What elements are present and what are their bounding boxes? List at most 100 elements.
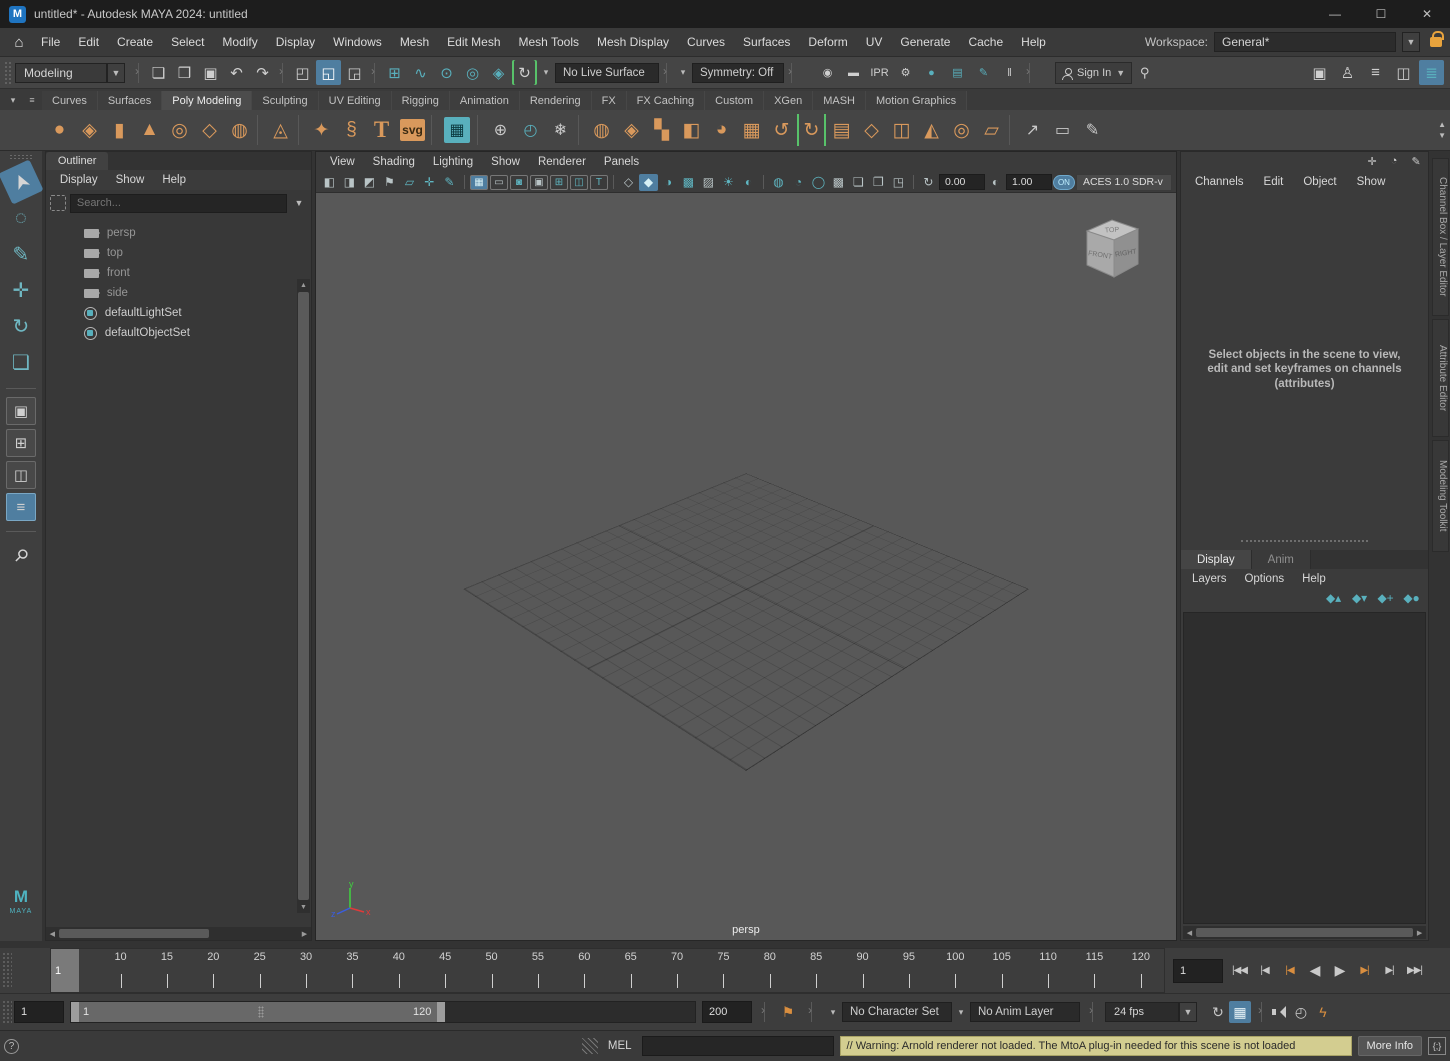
panel-layers-toggle-icon[interactable]: ≣: [1419, 60, 1444, 85]
poly-cylinder-icon[interactable]: ▮: [105, 114, 134, 146]
frame-tick[interactable]: 65: [608, 949, 654, 992]
home-icon[interactable]: ⌂: [6, 34, 32, 51]
region-tool-icon[interactable]: ◳: [889, 174, 908, 191]
move-tool-icon[interactable]: ✛: [4, 273, 38, 307]
smooth-shade-icon[interactable]: ◆: [639, 174, 658, 191]
multi-cut-icon[interactable]: ◭: [917, 114, 946, 146]
freeze-transform-icon[interactable]: ❄: [546, 114, 575, 146]
undo-icon[interactable]: ↶: [224, 60, 249, 85]
bevel-icon[interactable]: ◇: [857, 114, 886, 146]
shelf-separator[interactable]: [257, 115, 263, 145]
channel-box-menu-item[interactable]: Channels: [1185, 172, 1254, 192]
outliner-filter-icon[interactable]: [50, 195, 66, 211]
new-scene-icon[interactable]: ❏: [146, 60, 171, 85]
render-view-icon[interactable]: ◉: [815, 60, 840, 85]
snap-to-points-icon[interactable]: ⊙: [434, 60, 459, 85]
layer-editor-tab[interactable]: Anim: [1252, 550, 1311, 569]
step-back-frame-button[interactable]: |◀: [1252, 958, 1277, 984]
timeline-grip[interactable]: [2, 952, 12, 989]
evaluation-mode-icon[interactable]: ϟ: [1312, 1001, 1334, 1023]
open-scene-icon[interactable]: ❒: [172, 60, 197, 85]
play-forward-button[interactable]: ▶: [1327, 958, 1352, 984]
play-backwards-button[interactable]: ◀: [1302, 958, 1327, 984]
viewport-menu-item[interactable]: Lighting: [425, 156, 481, 168]
layer-list[interactable]: [1183, 612, 1426, 924]
safe-action-icon[interactable]: ◫: [570, 175, 588, 190]
menu-item[interactable]: Mesh: [391, 35, 438, 49]
playback-sync-icon[interactable]: ◴: [1290, 1001, 1312, 1023]
svg-tool-icon[interactable]: svg: [400, 119, 425, 141]
motion-blur-icon[interactable]: ◔: [789, 174, 808, 191]
poly-torus-icon[interactable]: ◎: [165, 114, 194, 146]
wireframe-icon[interactable]: ◇: [619, 174, 638, 191]
snapshot-icon[interactable]: ❏: [849, 174, 868, 191]
render-settings-icon[interactable]: ⚙: [893, 60, 918, 85]
outliner-item-side[interactable]: side: [46, 283, 311, 303]
bookmark-icon[interactable]: ⚑: [777, 1001, 799, 1023]
shelf-tab[interactable]: Sculpting: [252, 91, 318, 110]
boolean-union-icon[interactable]: ◍: [587, 114, 616, 146]
gamma-icon[interactable]: ◐: [986, 174, 1005, 191]
shelf-tab[interactable]: Rigging: [392, 91, 450, 110]
select-camera-icon[interactable]: ◧: [320, 174, 339, 191]
layout-single-pane-icon[interactable]: ▣: [6, 397, 36, 425]
render-current-frame-icon[interactable]: ▬: [841, 60, 866, 85]
shelf-separator[interactable]: [477, 115, 483, 145]
outliner-item-defaultObjectSet[interactable]: defaultObjectSet: [46, 323, 311, 343]
poly-type-icon[interactable]: T: [367, 114, 396, 146]
channel-hyperbuild-icon[interactable]: ✎: [1408, 154, 1424, 168]
frame-tick[interactable]: 45: [422, 949, 468, 992]
frame-tick[interactable]: 70: [654, 949, 700, 992]
spin-edge-forward-icon[interactable]: ↻: [797, 114, 826, 146]
new-layer-from-selected-icon[interactable]: ◆●: [1403, 590, 1420, 605]
shelf-scroll-up-icon[interactable]: ▲: [1438, 120, 1446, 129]
exposure-field[interactable]: [939, 174, 985, 190]
symmetry-options-arrow[interactable]: ▾: [674, 62, 692, 84]
menu-item[interactable]: Cache: [959, 35, 1012, 49]
shadows-icon[interactable]: ◐: [739, 174, 758, 191]
viewport-menu-item[interactable]: View: [322, 156, 363, 168]
range-end-handle[interactable]: [437, 1002, 445, 1022]
menu-item[interactable]: Edit: [69, 35, 108, 49]
scroll-up-icon[interactable]: ▲: [297, 279, 310, 291]
tab-channel-box-layer-editor[interactable]: Channel Box / Layer Editor: [1432, 158, 1449, 316]
exposure-icon[interactable]: ↻: [919, 174, 938, 191]
scroll-right-icon[interactable]: ▶: [1413, 929, 1426, 937]
textured-icon[interactable]: ▩: [679, 174, 698, 191]
frame-tick[interactable]: 20: [190, 949, 236, 992]
frame-tick[interactable]: 85: [793, 949, 839, 992]
menu-item[interactable]: Create: [108, 35, 162, 49]
maximize-button[interactable]: ☐: [1358, 0, 1404, 28]
menu-item[interactable]: Curves: [678, 35, 734, 49]
shelf-tab[interactable]: Rendering: [520, 91, 592, 110]
lock-workspace-icon[interactable]: [1430, 37, 1442, 47]
checker-icon[interactable]: ▨: [699, 174, 718, 191]
frame-tick[interactable]: 55: [515, 949, 561, 992]
grease-pencil-icon[interactable]: ✎: [440, 174, 459, 191]
snap-to-curves-icon[interactable]: ∿: [408, 60, 433, 85]
panel-splitter[interactable]: [1241, 540, 1368, 542]
frame-tick[interactable]: 10: [97, 949, 143, 992]
scroll-left-icon[interactable]: ◀: [1183, 929, 1196, 937]
poly-sphere-icon[interactable]: ●: [45, 114, 74, 146]
menu-item[interactable]: File: [32, 35, 69, 49]
bridge-icon[interactable]: ◫: [887, 114, 916, 146]
view-cube[interactable]: TOP FRONT RIGHT: [1076, 211, 1148, 295]
anim-layer-select[interactable]: No Anim Layer: [970, 1002, 1080, 1022]
layer-editor-scrollbar[interactable]: ◀ ▶: [1183, 926, 1426, 939]
outliner-panel-tab[interactable]: Outliner: [46, 152, 109, 170]
poly-cone-icon[interactable]: ▲: [135, 114, 164, 146]
resize-grip[interactable]: [582, 1038, 598, 1054]
channel-box-menu-item[interactable]: Object: [1293, 172, 1346, 192]
shelf-options-icon[interactable]: ≡: [25, 93, 39, 107]
outliner-search-dropdown-arrow[interactable]: ▼: [291, 198, 307, 208]
zoom-tool-icon[interactable]: ⚲: [0, 532, 45, 580]
frame-tick[interactable]: 60: [561, 949, 607, 992]
rangebar-grip[interactable]: [2, 1000, 12, 1024]
character-controls-icon[interactable]: ♙: [1335, 60, 1360, 85]
gamma-field[interactable]: [1006, 174, 1052, 190]
menu-item[interactable]: Generate: [891, 35, 959, 49]
redo-icon[interactable]: ↷: [250, 60, 275, 85]
poly-disc-icon[interactable]: ◍: [225, 114, 254, 146]
live-surface-field[interactable]: No Live Surface: [555, 63, 659, 83]
